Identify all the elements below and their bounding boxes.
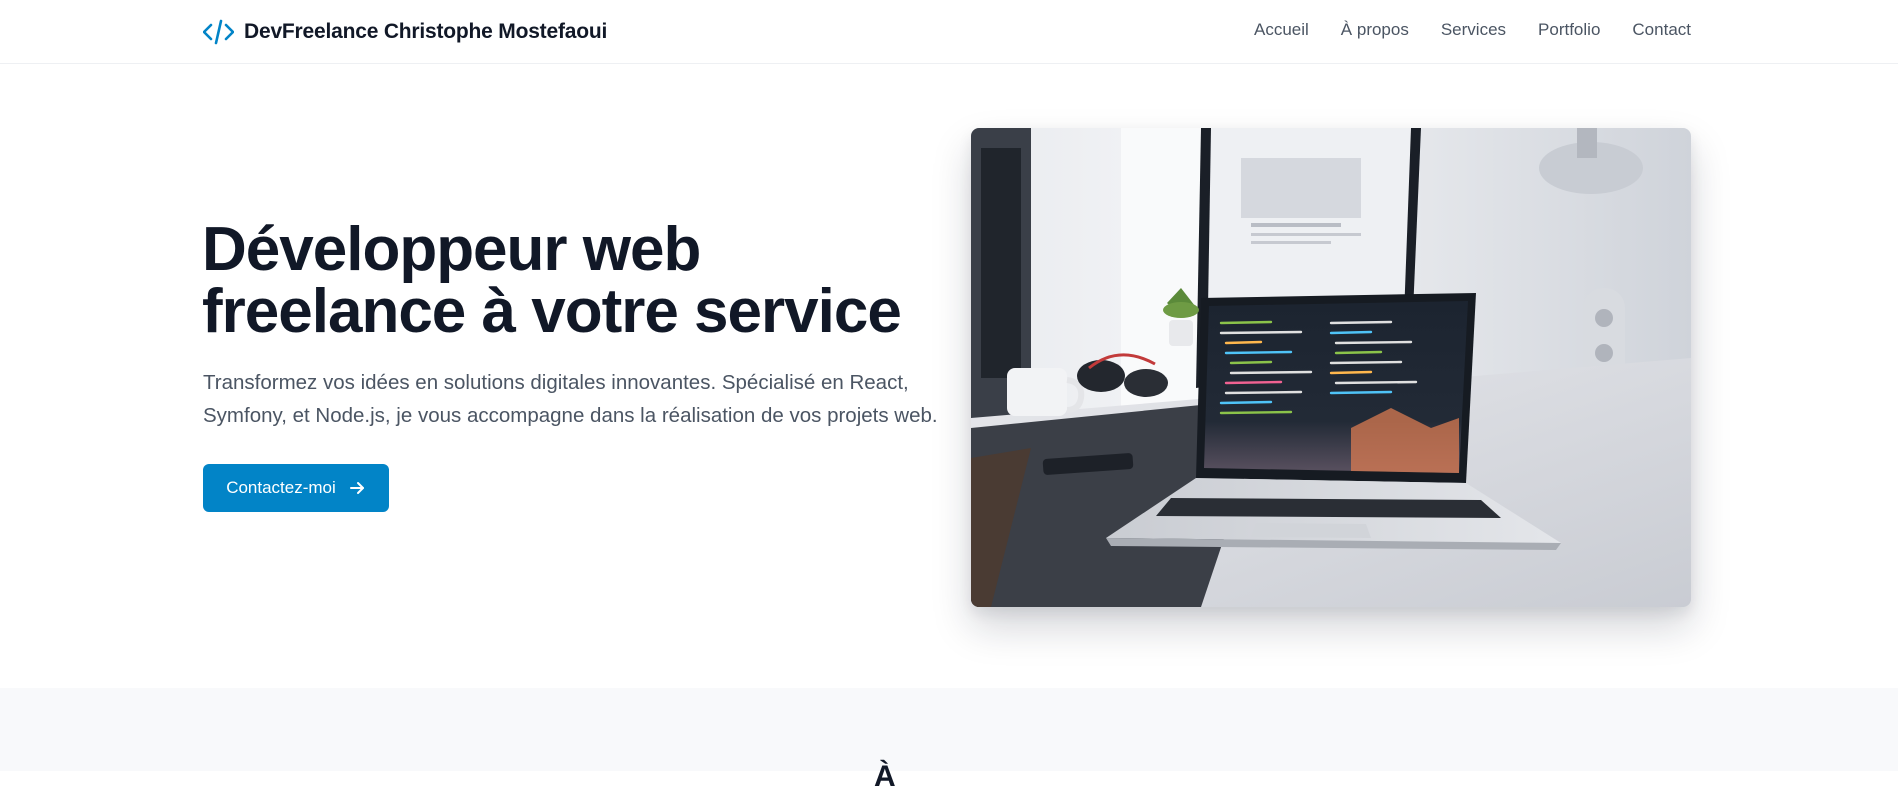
brand-logo[interactable]: DevFreelance Christophe Mostefaoui bbox=[203, 18, 607, 46]
contact-me-label: Contactez-moi bbox=[226, 478, 336, 497]
hero-subtitle: Transformez vos idées en solutions digit… bbox=[203, 366, 938, 432]
main-nav: Accueil À propos Services Portfolio Cont… bbox=[1254, 20, 1691, 40]
laptop-desk-illustration bbox=[971, 128, 1691, 607]
brand-name: DevFreelance Christophe Mostefaoui bbox=[244, 20, 608, 43]
hero-image-laptop-desk bbox=[971, 128, 1691, 607]
hero-subtitle-line-2: Symfony, et Node.js, je vous accompagne … bbox=[203, 404, 938, 427]
nav-link-accueil[interactable]: Accueil bbox=[1254, 20, 1309, 40]
next-section-title: À bbox=[874, 760, 896, 793]
hero-title: Développeur web freelance à votre servic… bbox=[202, 219, 922, 343]
hero-title-line-2: freelance à votre service bbox=[202, 277, 902, 346]
nav-link-portfolio[interactable]: Portfolio bbox=[1538, 20, 1600, 40]
nav-link-contact[interactable]: Contact bbox=[1632, 20, 1691, 40]
code-icon bbox=[203, 19, 234, 45]
arrow-right-icon bbox=[349, 482, 364, 494]
nav-link-a-propos[interactable]: À propos bbox=[1341, 20, 1409, 40]
hero-title-line-1: Développeur web bbox=[202, 215, 701, 284]
hero-subtitle-line-1: Transformez vos idées en solutions digit… bbox=[203, 371, 909, 394]
contact-me-button[interactable]: Contactez-moi bbox=[203, 464, 389, 512]
nav-link-services[interactable]: Services bbox=[1441, 20, 1506, 40]
navbar: DevFreelance Christophe Mostefaoui Accue… bbox=[0, 0, 1898, 64]
next-section bbox=[0, 688, 1898, 771]
